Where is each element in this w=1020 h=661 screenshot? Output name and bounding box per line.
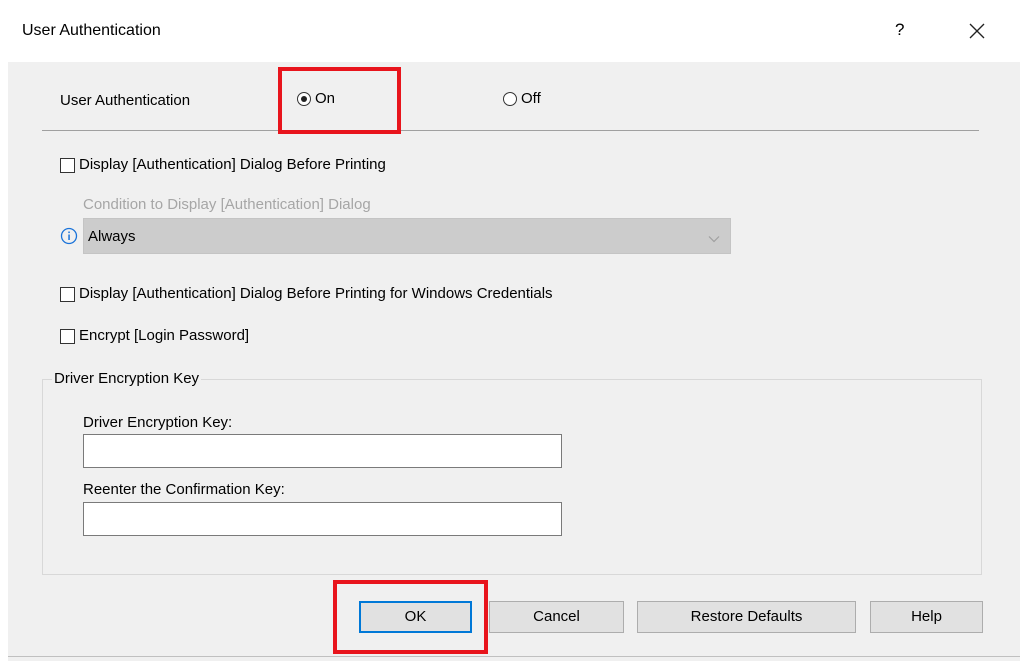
- radio-on-circle[interactable]: [297, 92, 311, 106]
- condition-value: Always: [88, 228, 136, 245]
- separator: [42, 130, 979, 131]
- user-auth-label: User Authentication: [60, 92, 191, 109]
- radio-off-circle[interactable]: [503, 92, 517, 106]
- help-button[interactable]: Help: [870, 601, 983, 633]
- confirm-key-label: Reenter the Confirmation Key:: [83, 481, 285, 498]
- display-windows-credentials-label[interactable]: Display [Authentication] Dialog Before P…: [79, 285, 553, 302]
- encrypt-login-password-checkbox[interactable]: [60, 329, 75, 344]
- bottom-border: [8, 656, 1020, 657]
- encryption-groupbox: [42, 379, 982, 575]
- window-title: User Authentication: [22, 22, 161, 39]
- title-bar: User Authentication ?: [0, 0, 1020, 62]
- background-edge: [0, 0, 8, 661]
- condition-label: Condition to Display [Authentication] Di…: [83, 196, 371, 213]
- encryption-group-title: Driver Encryption Key: [52, 370, 202, 387]
- close-button[interactable]: [962, 13, 992, 47]
- radio-on-label: On: [315, 90, 336, 107]
- ok-button[interactable]: OK: [359, 601, 472, 633]
- display-before-printing-checkbox[interactable]: [60, 158, 75, 173]
- display-windows-credentials-checkbox[interactable]: [60, 287, 75, 302]
- driver-key-input[interactable]: [83, 434, 562, 468]
- confirm-key-input[interactable]: [83, 502, 562, 536]
- cancel-button[interactable]: Cancel: [489, 601, 624, 633]
- condition-dropdown[interactable]: Always: [83, 218, 731, 254]
- radio-selected-dot: [301, 96, 307, 102]
- restore-defaults-button[interactable]: Restore Defaults: [637, 601, 856, 633]
- radio-off-label: Off: [521, 90, 541, 107]
- display-before-printing-label[interactable]: Display [Authentication] Dialog Before P…: [79, 156, 386, 173]
- driver-key-label: Driver Encryption Key:: [83, 414, 233, 431]
- chevron-down-icon: [708, 230, 720, 247]
- close-icon: [969, 23, 985, 39]
- help-title-button[interactable]: ?: [895, 20, 904, 40]
- encrypt-login-password-label[interactable]: Encrypt [Login Password]: [79, 327, 249, 344]
- info-icon: [60, 227, 78, 249]
